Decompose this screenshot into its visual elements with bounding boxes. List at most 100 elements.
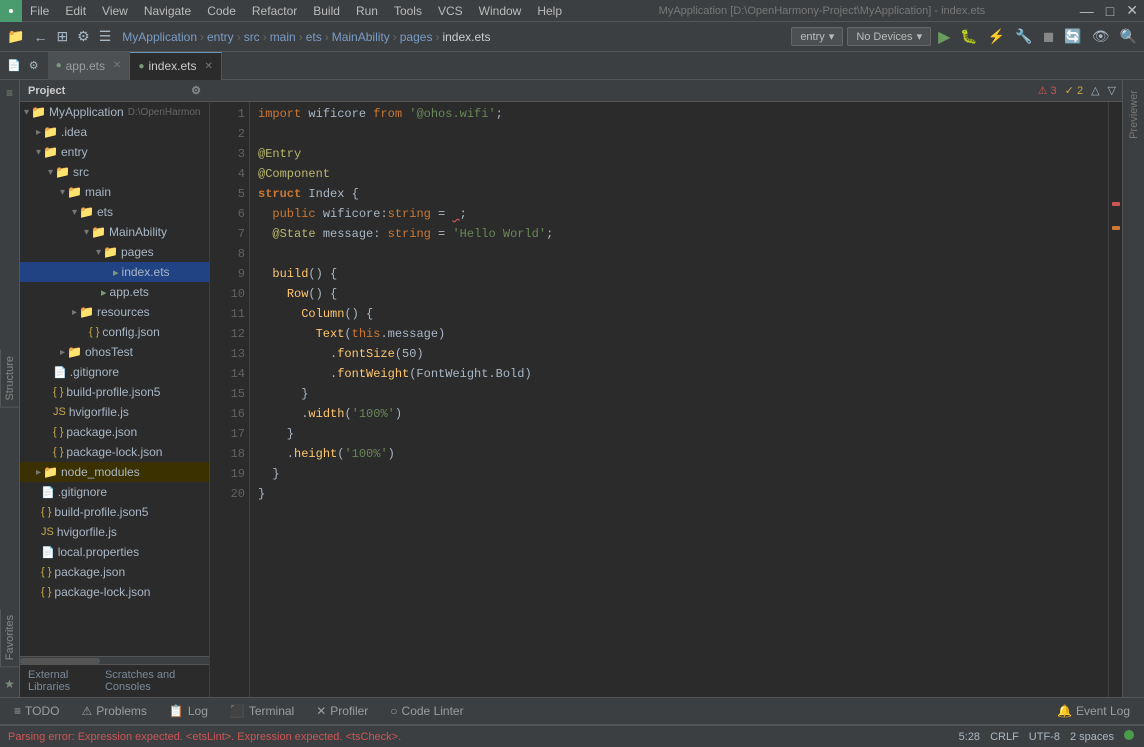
- menu-code[interactable]: Code: [199, 2, 244, 20]
- structure-icon[interactable]: ≡: [1, 84, 19, 102]
- external-libraries-link[interactable]: External Libraries: [28, 669, 97, 693]
- breadcrumb-src[interactable]: src: [244, 30, 260, 44]
- previewer-toggle-btn[interactable]: 👁: [1089, 28, 1113, 45]
- menu-window[interactable]: Window: [471, 2, 530, 20]
- breadcrumb-ets[interactable]: ets: [306, 30, 322, 44]
- code-line-15: }: [258, 384, 1108, 404]
- tab-index-ets-close[interactable]: ✕: [204, 61, 212, 72]
- bottom-tab-todo[interactable]: ≡ TODO: [4, 697, 69, 725]
- menu-navigate[interactable]: Navigate: [136, 2, 199, 20]
- bottom-tab-problems[interactable]: ⚠ Problems: [71, 697, 156, 725]
- code-line-9: build() {: [258, 264, 1108, 284]
- code-line-6: public wificore:string = ;: [258, 204, 1108, 224]
- tree-item-config-json[interactable]: { } config.json: [20, 322, 209, 342]
- close-btn[interactable]: ✕: [1120, 2, 1144, 19]
- toggle-btn[interactable]: ☰: [96, 28, 115, 45]
- tree-item-gitignore-entry[interactable]: 📄 .gitignore: [20, 362, 209, 382]
- tab-settings-btn[interactable]: ⚙: [26, 59, 42, 72]
- expand-all-icon[interactable]: ▽: [1108, 84, 1116, 97]
- right-sidebar-strip: Previewer: [1122, 80, 1144, 697]
- menu-help[interactable]: Help: [529, 2, 570, 20]
- code-line-5: struct Index {: [258, 184, 1108, 204]
- menu-file[interactable]: File: [22, 2, 57, 20]
- tree-item-pages[interactable]: ▾ 📁 pages: [20, 242, 209, 262]
- minimize-btn[interactable]: —: [1074, 3, 1100, 19]
- menu-view[interactable]: View: [94, 2, 136, 20]
- profile-btn[interactable]: ⚡: [985, 28, 1008, 45]
- bottom-tab-code-linter[interactable]: ○ Code Linter: [380, 697, 473, 725]
- menu-refactor[interactable]: Refactor: [244, 2, 305, 20]
- tree-item-package-json-entry[interactable]: { } package.json: [20, 422, 209, 442]
- favorites-side-label[interactable]: Favorites: [0, 609, 19, 667]
- recent-files-btn[interactable]: 📄: [4, 59, 24, 72]
- maximize-btn[interactable]: □: [1100, 3, 1120, 19]
- tree-item-gitignore-root[interactable]: 📄 .gitignore: [20, 482, 209, 502]
- event-log-btn[interactable]: 🔔 Event Log: [1047, 697, 1140, 725]
- tree-item-root[interactable]: ▾ 📁 MyApplication D:\OpenHarmon: [20, 102, 209, 122]
- tab-app-ets-close[interactable]: ✕: [113, 60, 121, 71]
- tree-item-node-modules[interactable]: ▸ 📁 node_modules: [20, 462, 209, 482]
- tree-item-src[interactable]: ▾ 📁 src: [20, 162, 209, 182]
- cursor-position[interactable]: 5:28: [959, 731, 980, 743]
- tree-item-hvigorfile-root[interactable]: JS hvigorfile.js: [20, 522, 209, 542]
- encoding[interactable]: UTF-8: [1029, 731, 1060, 743]
- project-tree-btn[interactable]: 📁: [4, 28, 27, 45]
- indent-btn[interactable]: ⊞: [53, 28, 71, 45]
- tree-item-main[interactable]: ▾ 📁 main: [20, 182, 209, 202]
- nav-back-btn[interactable]: ←: [30, 29, 50, 45]
- breadcrumb-pages[interactable]: pages: [400, 30, 433, 44]
- sync-btn[interactable]: 🔄: [1061, 28, 1084, 45]
- tree-item-ohostest[interactable]: ▸ 📁 ohosTest: [20, 342, 209, 362]
- menu-run[interactable]: Run: [348, 2, 386, 20]
- project-gear-icon[interactable]: ⚙: [191, 84, 201, 97]
- code-content[interactable]: import wificore from '@ohos.wifi'; @Entr…: [250, 102, 1108, 697]
- tree-item-build-profile-entry[interactable]: { } build-profile.json5: [20, 382, 209, 402]
- stop-btn[interactable]: ◼: [1040, 28, 1058, 45]
- menu-tools[interactable]: Tools: [386, 2, 430, 20]
- scratches-link[interactable]: Scratches and Consoles: [105, 669, 201, 693]
- settings-btn[interactable]: ⚙: [74, 28, 93, 45]
- tab-index-ets[interactable]: ● index.ets ✕: [130, 52, 221, 80]
- previewer-label[interactable]: Previewer: [1128, 84, 1140, 145]
- breadcrumb-mainability[interactable]: MainAbility: [332, 30, 390, 44]
- tree-item-app-ets[interactable]: ▸ app.ets: [20, 282, 209, 302]
- tree-scrollbar[interactable]: [20, 656, 209, 664]
- bottom-tab-profiler[interactable]: ✕ Profiler: [306, 697, 378, 725]
- line-ending[interactable]: CRLF: [990, 731, 1019, 743]
- project-tree[interactable]: ▾ 📁 MyApplication D:\OpenHarmon ▸ 📁 .ide…: [20, 102, 209, 656]
- structure-side-label[interactable]: Structure: [0, 350, 19, 408]
- code-line-13: .fontSize(50): [258, 344, 1108, 364]
- tree-item-build-profile-root[interactable]: { } build-profile.json5: [20, 502, 209, 522]
- bottom-tab-log[interactable]: 📋 Log: [159, 697, 218, 725]
- tree-item-ets[interactable]: ▾ 📁 ets: [20, 202, 209, 222]
- breadcrumb-app[interactable]: MyApplication: [122, 30, 197, 44]
- tree-label-package-lock-entry: package-lock.json: [66, 445, 162, 459]
- menu-build[interactable]: Build: [305, 2, 348, 20]
- tree-item-entry[interactable]: ▾ 📁 entry: [20, 142, 209, 162]
- menu-vcs[interactable]: VCS: [430, 2, 471, 20]
- search-everywhere-btn[interactable]: 🔍: [1117, 28, 1140, 45]
- debug-btn[interactable]: 🐛: [957, 28, 980, 45]
- tree-item-hvigorfile-entry[interactable]: JS hvigorfile.js: [20, 402, 209, 422]
- tree-item-package-json-root[interactable]: { } package.json: [20, 562, 209, 582]
- tree-item-mainability[interactable]: ▾ 📁 MainAbility: [20, 222, 209, 242]
- tree-item-package-lock-root[interactable]: { } package-lock.json: [20, 582, 209, 602]
- breadcrumb-entry[interactable]: entry: [207, 30, 234, 44]
- bottom-tab-terminal[interactable]: ⬛ Terminal: [220, 697, 304, 725]
- tree-item-package-lock-entry[interactable]: { } package-lock.json: [20, 442, 209, 462]
- coverage-btn[interactable]: 🔧: [1012, 28, 1035, 45]
- no-devices-btn[interactable]: No Devices ▾: [847, 27, 931, 46]
- tab-app-ets[interactable]: ● app.ets ✕: [48, 52, 131, 80]
- tree-item-idea[interactable]: ▸ 📁 .idea: [20, 122, 209, 142]
- favorites-icon[interactable]: ★: [1, 675, 19, 693]
- menu-edit[interactable]: Edit: [57, 2, 94, 20]
- run-btn[interactable]: ▶: [935, 27, 953, 47]
- tree-item-index-ets[interactable]: ▸ index.ets: [20, 262, 209, 282]
- entry-selector-btn[interactable]: entry ▾: [791, 27, 843, 46]
- tree-item-local-properties[interactable]: 📄 local.properties: [20, 542, 209, 562]
- indent-setting[interactable]: 2 spaces: [1070, 731, 1114, 743]
- tree-scrollbar-thumb[interactable]: [20, 658, 100, 664]
- collapse-all-icon[interactable]: △: [1091, 84, 1099, 97]
- breadcrumb-main[interactable]: main: [270, 30, 296, 44]
- tree-item-resources[interactable]: ▸ 📁 resources: [20, 302, 209, 322]
